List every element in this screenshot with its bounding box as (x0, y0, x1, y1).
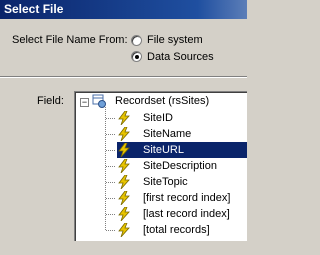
tree-connector (106, 230, 115, 231)
dialog-title-bar[interactable]: Select File (0, 0, 247, 19)
tree-connector (106, 150, 115, 151)
select-from-label: Select File Name From: (12, 34, 128, 46)
tree-item-total-records[interactable]: [total records] (141, 222, 216, 238)
bolt-icon (118, 223, 130, 237)
bolt-icon (118, 191, 130, 205)
bolt-icon (118, 159, 130, 173)
tree-connector (106, 182, 115, 183)
tree-item-label: SiteURL (143, 144, 184, 156)
data-sources-radio[interactable] (131, 51, 142, 62)
file-system-radio[interactable] (131, 35, 142, 46)
bolt-icon (118, 175, 130, 189)
collapse-toggle-icon[interactable]: − (80, 98, 89, 107)
tree-connector (106, 198, 115, 199)
tree-item-sitename[interactable]: SiteName (141, 126, 197, 142)
tree-connector (106, 134, 115, 135)
bolt-icon (118, 127, 130, 141)
tree-connector (106, 118, 115, 119)
tree-item-siteurl[interactable]: SiteURL (117, 142, 247, 158)
tree-item-last-record-index[interactable]: [last record index] (141, 206, 236, 222)
file-system-label[interactable]: File system (147, 34, 203, 46)
tree-item-sitedescription[interactable]: SiteDescription (141, 158, 223, 174)
dialog-bottom-edge (0, 244, 247, 255)
dialog-title: Select File (4, 2, 64, 16)
tree-item-first-record-index[interactable]: [first record index] (141, 190, 236, 206)
bolt-icon (118, 207, 130, 221)
bolt-icon (118, 111, 130, 125)
tree-connector (106, 166, 115, 167)
field-label: Field: (37, 95, 64, 107)
tree-item-siteid[interactable]: SiteID (141, 110, 179, 126)
tree-connector (105, 107, 106, 230)
tree-connector (106, 214, 115, 215)
tree-item-sitetopic[interactable]: SiteTopic (141, 174, 194, 190)
divider (0, 76, 247, 78)
tree-root-label[interactable]: Recordset (rsSites) (113, 93, 215, 109)
bolt-icon (118, 143, 130, 157)
field-tree-view[interactable]: − Recordset (rsSites) SiteID SiteName Si… (74, 91, 247, 241)
data-sources-label[interactable]: Data Sources (147, 51, 214, 63)
recordset-icon (92, 94, 106, 108)
